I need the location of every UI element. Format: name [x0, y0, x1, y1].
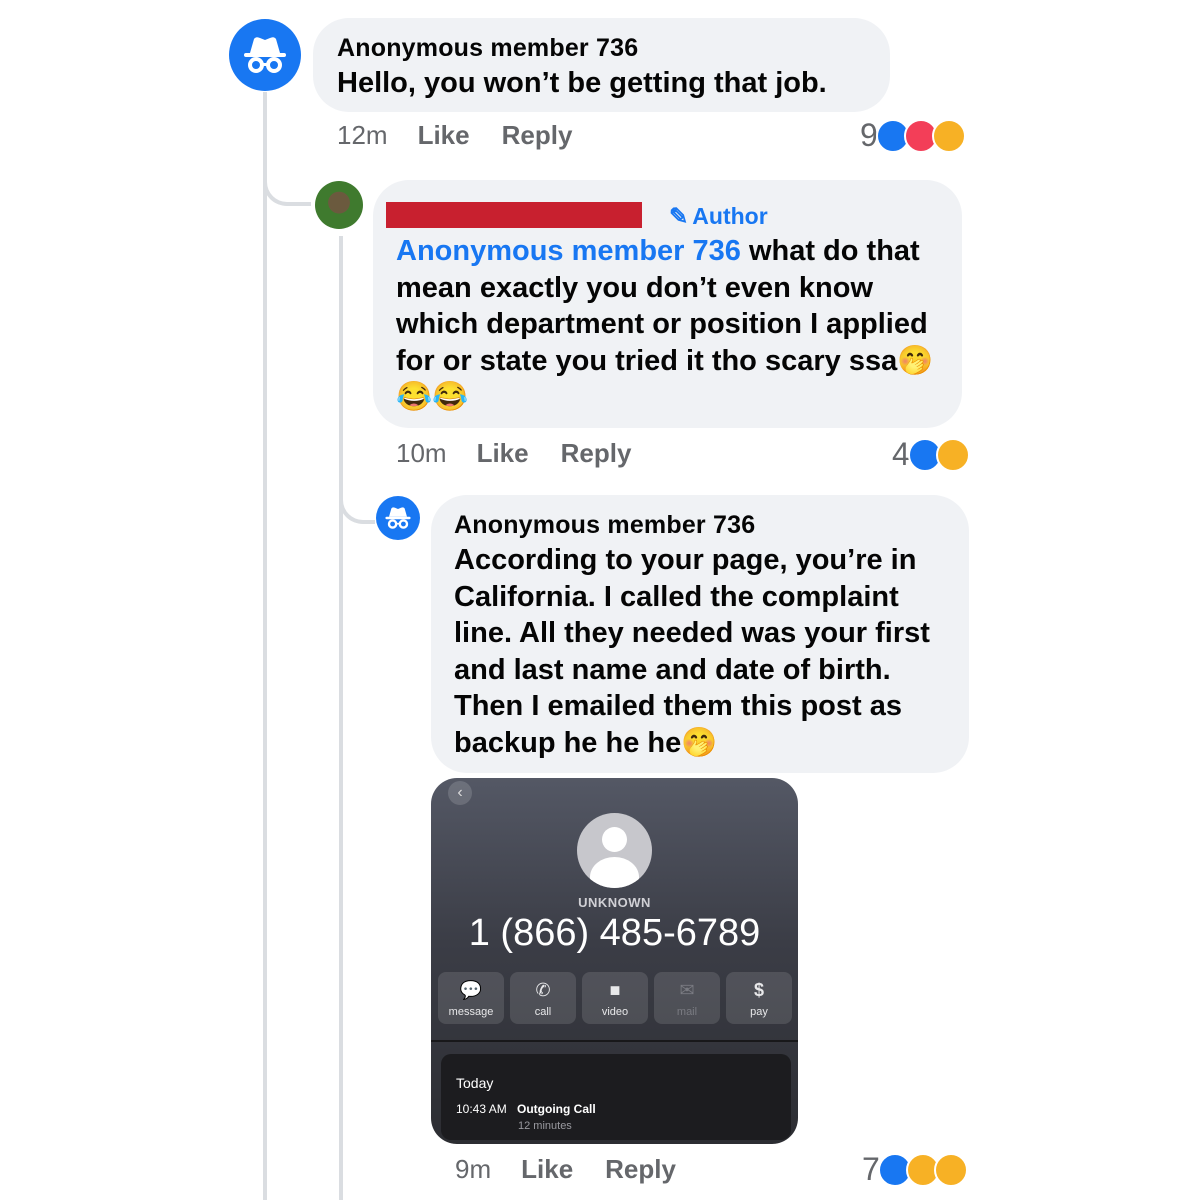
phone-icon: ✆	[535, 980, 551, 1000]
attached-screenshot[interactable]: ‹ UNKNOWN 1 (866) 485-6789 💬 message ✆ c…	[431, 778, 798, 1144]
thread-line	[263, 92, 267, 1200]
author-badge: ✎ Author	[669, 203, 768, 230]
comment-text: Hello, you won’t be getting that job.	[337, 67, 827, 99]
call-time: 10:43 AM	[456, 1102, 507, 1116]
comment-author[interactable]: Anonymous member 736	[454, 511, 755, 540]
recent-calls-card: Today 10:43 AM Outgoing Call 12 minutes	[441, 1054, 791, 1140]
contact-label: UNKNOWN	[578, 895, 651, 910]
emoji-group: 🤭	[681, 726, 718, 759]
author-avatar[interactable]	[315, 181, 363, 229]
call-type: Outgoing Call	[517, 1102, 596, 1116]
reply-button[interactable]: Reply	[502, 120, 573, 151]
video-camera-icon: ■	[609, 980, 621, 1000]
reaction-summary[interactable]: 9	[860, 117, 966, 154]
message-button[interactable]: 💬 message	[438, 972, 504, 1024]
incognito-icon	[244, 37, 286, 73]
reaction-summary[interactable]: 7	[862, 1151, 968, 1188]
comment-timestamp[interactable]: 10m	[396, 438, 447, 469]
incognito-icon	[385, 507, 411, 529]
pay-button[interactable]: $ pay	[726, 972, 792, 1024]
recent-day: Today	[456, 1075, 494, 1091]
call-duration: 12 minutes	[518, 1120, 572, 1132]
comment-actions: 9m Like Reply	[455, 1154, 708, 1185]
mail-button[interactable]: ✉ mail	[654, 972, 720, 1024]
haha-reaction-icon	[935, 437, 970, 472]
comment-text: Anonymous member 736 what do that mean e…	[396, 233, 952, 416]
like-button[interactable]: Like	[418, 120, 470, 151]
back-chevron-icon: ‹	[448, 781, 472, 805]
mention-link[interactable]: Anonymous member 736	[396, 235, 741, 267]
wow-reaction-icon	[933, 1152, 968, 1187]
comment-actions: 10m Like Reply	[396, 438, 663, 469]
reply-button[interactable]: Reply	[561, 438, 632, 469]
thread-curve	[263, 160, 311, 206]
author-badge-label: Author	[692, 203, 768, 229]
thread-line-nested	[339, 236, 343, 1200]
comment-text: According to your page, you’re in Califo…	[454, 542, 962, 761]
comment-timestamp[interactable]: 12m	[337, 120, 388, 151]
call-button[interactable]: ✆ call	[510, 972, 576, 1024]
comment-bubble: Anonymous member 736 According to your p…	[431, 495, 969, 773]
haha-reaction-icon	[931, 118, 966, 153]
pencil-icon: ✎	[669, 203, 689, 229]
dollar-icon: $	[753, 980, 764, 1000]
reply-button[interactable]: Reply	[605, 1154, 676, 1185]
redacted-author-name	[386, 202, 642, 228]
anonymous-avatar[interactable]	[376, 496, 420, 540]
reaction-summary[interactable]: 4	[892, 436, 970, 473]
video-button[interactable]: ■ video	[582, 972, 648, 1024]
phone-number: 1 (866) 485-6789	[468, 912, 761, 954]
contact-avatar-icon	[577, 813, 652, 888]
mail-icon: ✉	[679, 980, 695, 1000]
comment-actions: 12m Like Reply	[337, 120, 604, 151]
thread-curve-nested	[339, 478, 375, 524]
comment-author[interactable]: Anonymous member 736	[337, 34, 638, 63]
message-bubble-icon: 💬	[459, 980, 483, 1000]
like-button[interactable]: Like	[521, 1154, 573, 1185]
comment-timestamp[interactable]: 9m	[455, 1154, 491, 1185]
comment-bubble: ✎ Author Anonymous member 736 what do th…	[373, 180, 962, 428]
like-button[interactable]: Like	[477, 438, 529, 469]
comment-bubble: Anonymous member 736 Hello, you won’t be…	[313, 18, 890, 112]
divider	[431, 1040, 798, 1042]
anonymous-avatar[interactable]	[229, 19, 301, 91]
